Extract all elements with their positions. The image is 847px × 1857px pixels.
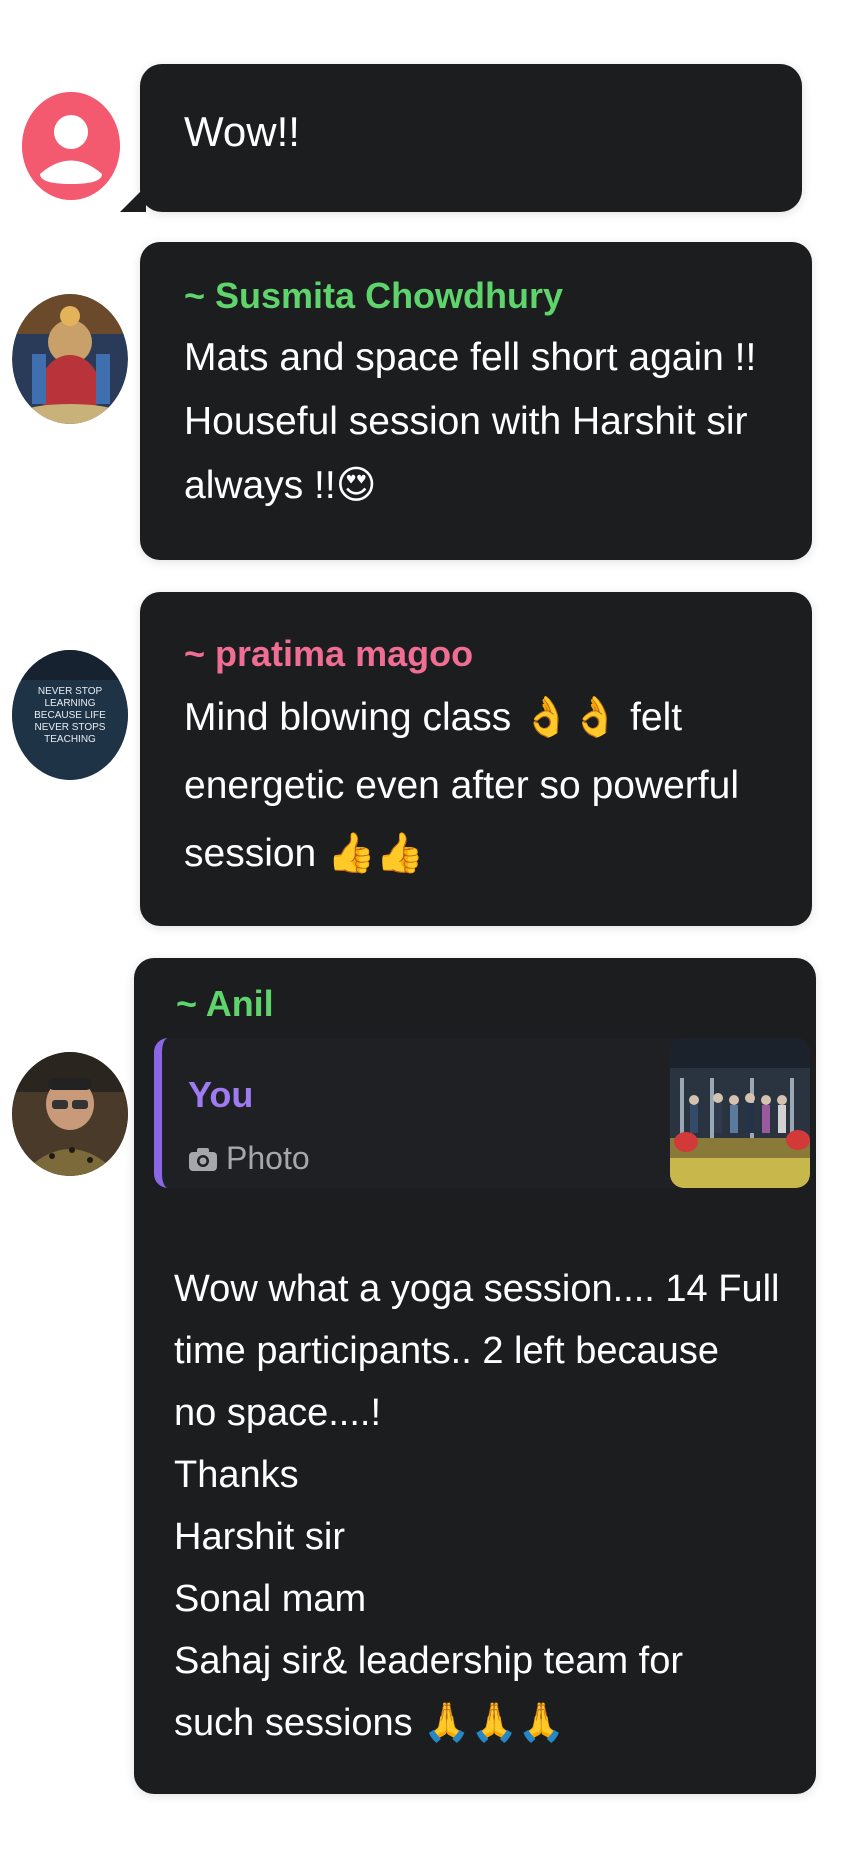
message-bubble[interactable]: ~ Anil You Photo Wow what a yoga session… [134, 958, 816, 1794]
quoted-author: You [188, 1074, 254, 1115]
default-user-icon [22, 92, 120, 200]
quoted-type: Photo [188, 1140, 310, 1177]
message-text: Wow what a yoga session.... 14 Full time… [174, 1268, 780, 1744]
message-text: Mind blowing class 👌👌 felt energetic eve… [184, 696, 739, 875]
message-bubble[interactable]: ~ Susmita Chowdhury Mats and space fell … [140, 242, 812, 560]
deity-painting-avatar[interactable] [12, 294, 128, 424]
sender-name[interactable]: ~ pratima magoo [184, 632, 473, 675]
bubble-tail [120, 186, 146, 212]
message-bubble[interactable]: ~ pratima magoo Mind blowing class 👌👌 fe… [140, 592, 812, 926]
man-with-glasses-avatar[interactable] [12, 1052, 128, 1176]
message-bubble[interactable]: Wow!! [120, 64, 802, 212]
message-text: Wow!! [184, 108, 300, 155]
default-user-avatar[interactable] [22, 92, 120, 200]
message-text: Mats and space fell short again !! House… [184, 336, 757, 507]
camera-icon [189, 1147, 217, 1171]
avatar-quote-text: NEVER STOP LEARNING BECAUSE LIFE NEVER S… [34, 686, 106, 745]
quote-poster-avatar[interactable]: NEVER STOP LEARNING BECAUSE LIFE NEVER S… [12, 650, 128, 780]
quoted-type-label: Photo [226, 1140, 310, 1176]
sender-name[interactable]: ~ Anil [176, 982, 274, 1025]
sender-name[interactable]: ~ Susmita Chowdhury [184, 274, 563, 317]
quoted-photo-thumbnail[interactable] [670, 1038, 810, 1188]
quoted-message[interactable]: You Photo [154, 1038, 810, 1188]
